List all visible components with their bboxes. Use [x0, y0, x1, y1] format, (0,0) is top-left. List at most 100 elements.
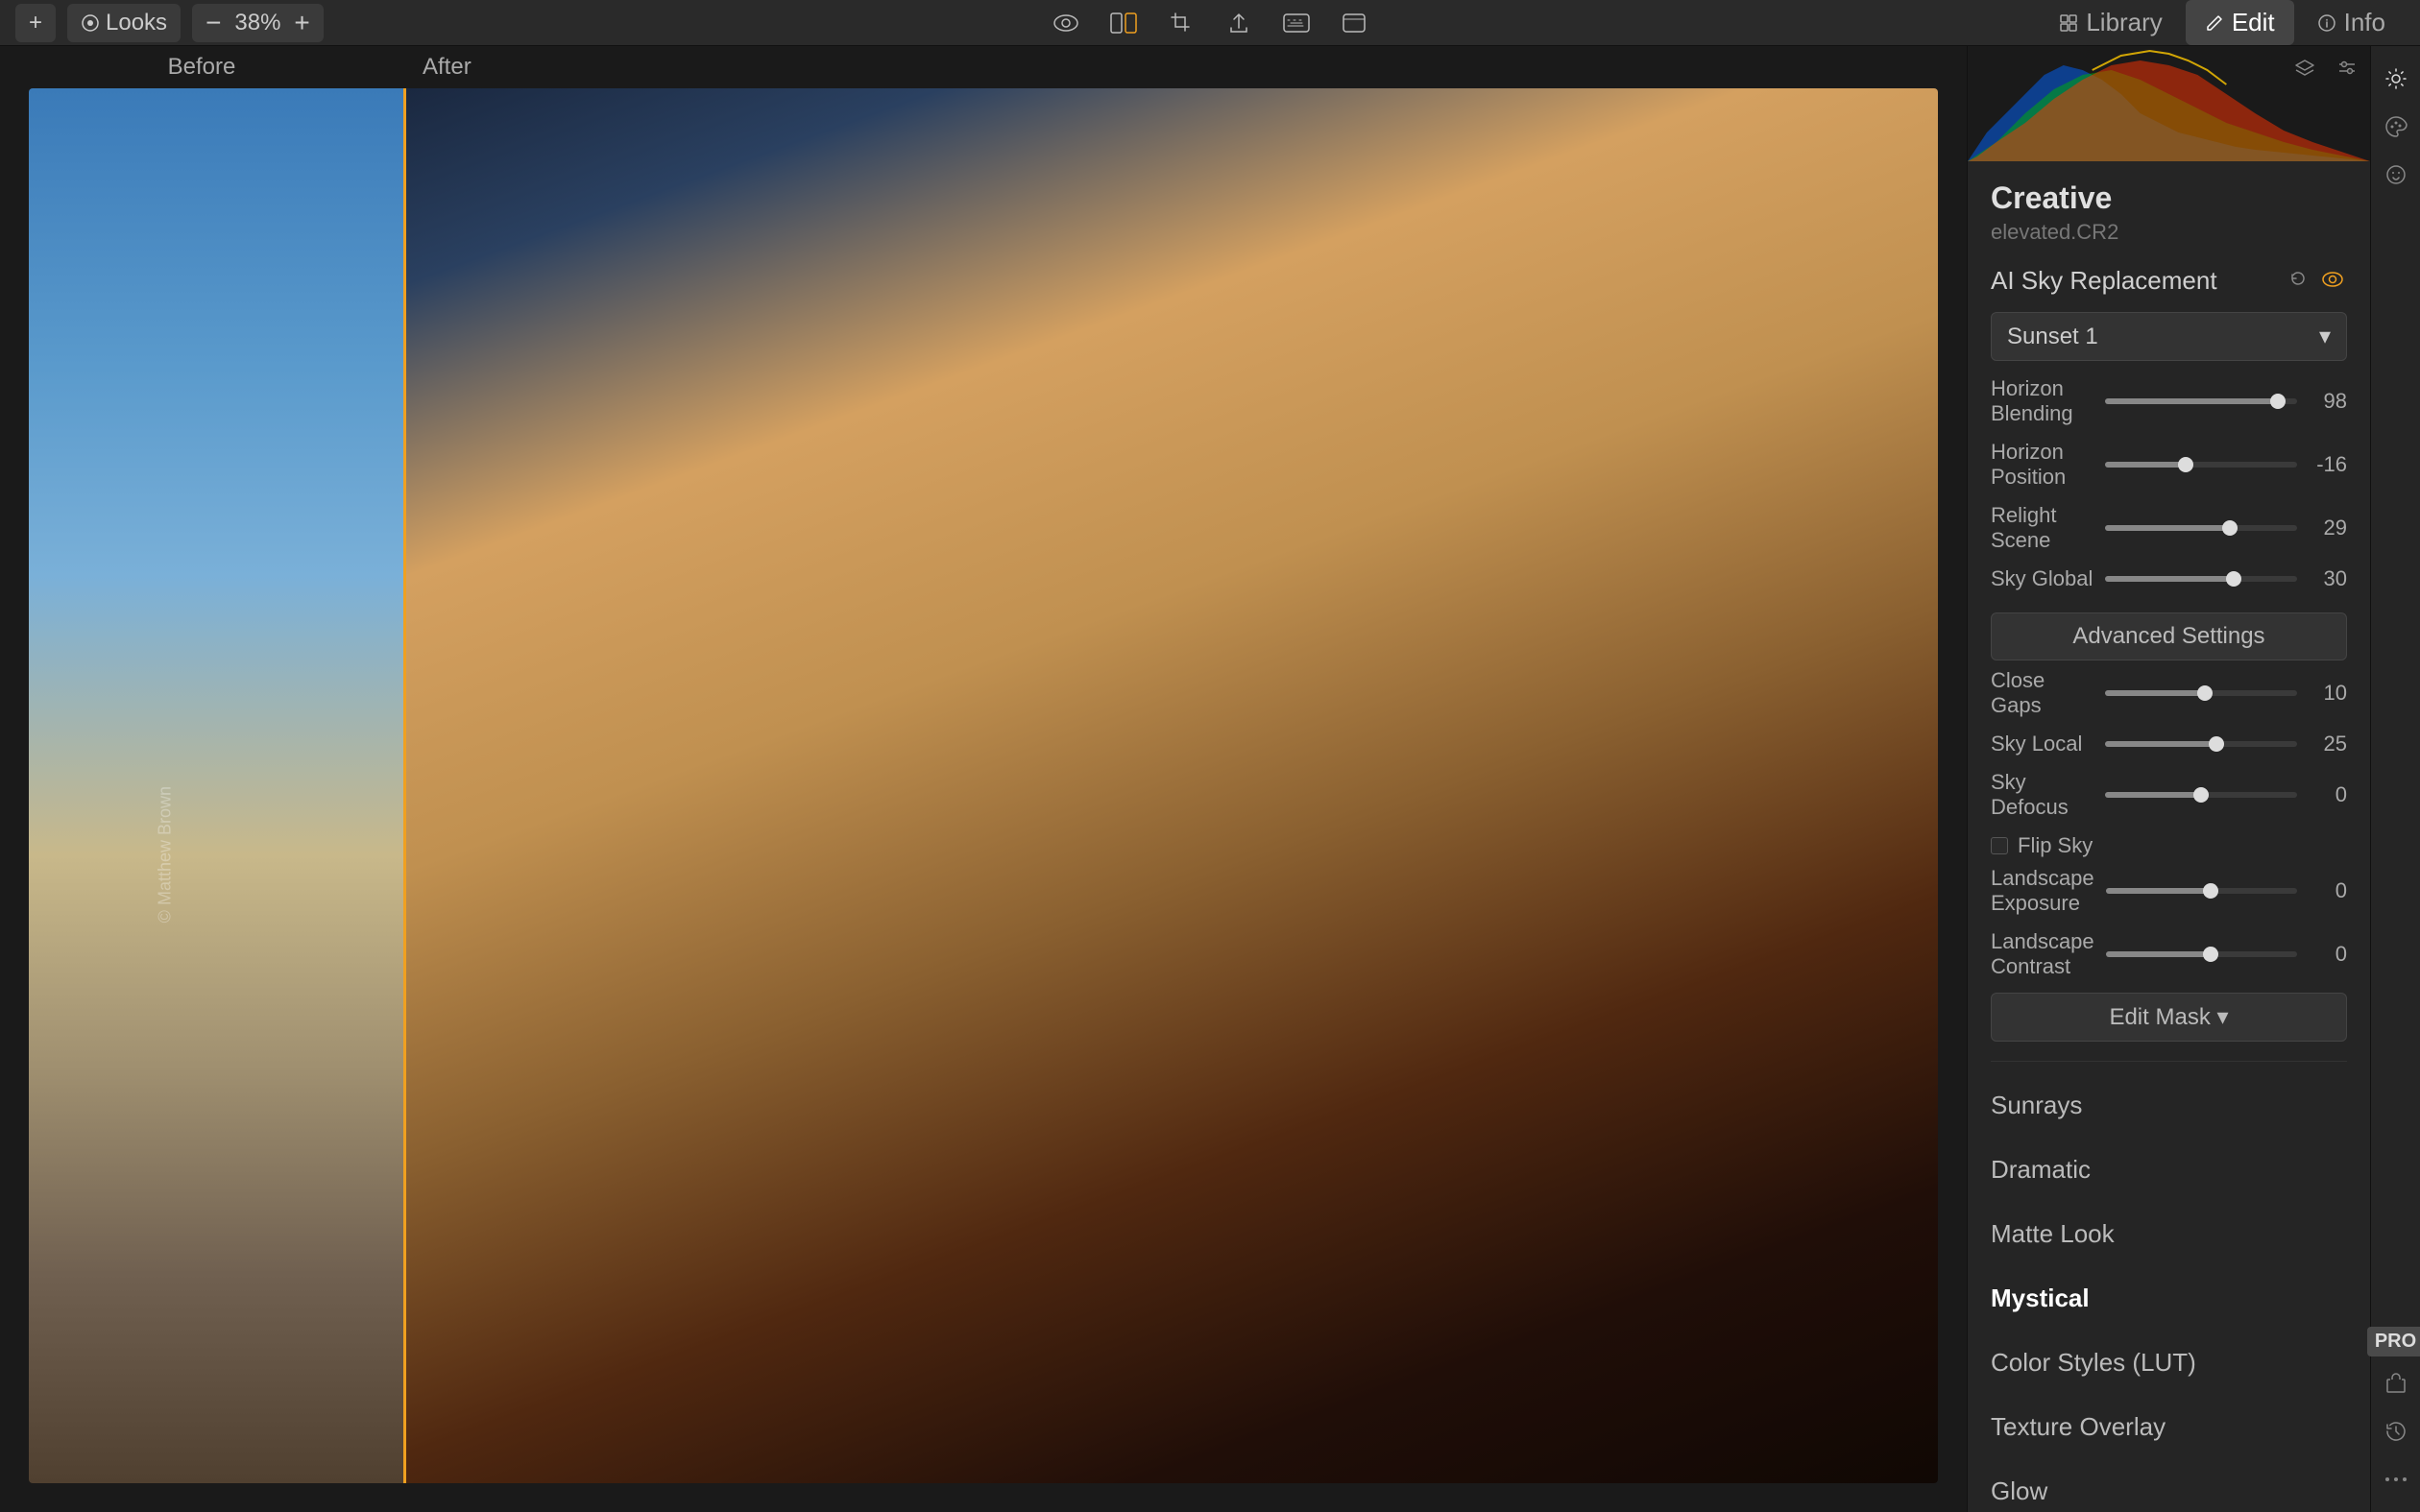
ai-sky-section: AI Sky Replacement	[1968, 249, 2370, 1057]
slider-track[interactable]	[2106, 951, 2297, 957]
layers-icon-btn[interactable]	[2286, 50, 2324, 88]
crop-button[interactable]	[1160, 6, 1202, 40]
palette-button[interactable]	[2375, 106, 2417, 148]
slider-thumb[interactable]	[2197, 685, 2213, 701]
looks-label: Looks	[106, 10, 167, 36]
slider-row: Sky Local 25	[1991, 732, 2347, 756]
sliders-icon-btn[interactable]	[2328, 50, 2366, 88]
share-icon	[1227, 12, 1250, 35]
watermark-before: © Matthew Brown	[155, 786, 175, 923]
looks-button[interactable]: Looks	[67, 4, 181, 42]
more-button[interactable]	[2375, 1458, 2417, 1500]
preset-dropdown[interactable]: Sunset 1 ▾	[1991, 312, 2347, 361]
list-item[interactable]: Mystical	[1968, 1266, 2370, 1331]
slider-thumb[interactable]	[2209, 736, 2224, 752]
info-icon	[2317, 13, 2336, 33]
slider-row: Landscape Contrast 0	[1991, 929, 2347, 979]
edit-tab[interactable]: Edit	[2186, 0, 2294, 45]
slider-row: Horizon Position -16	[1991, 440, 2347, 490]
landscape-sliders: Landscape Exposure 0 Landscape Contrast …	[1991, 866, 2347, 979]
panel-header: Creative elevated.CR2	[1968, 161, 2370, 249]
slider-track[interactable]	[2105, 792, 2297, 798]
face-button[interactable]	[2375, 154, 2417, 196]
bag-button[interactable]	[2375, 1362, 2417, 1404]
slider-fill	[2105, 792, 2201, 798]
slider-track[interactable]	[2105, 690, 2297, 696]
looks-icon	[81, 13, 100, 33]
flip-sky-checkbox[interactable]	[1991, 837, 2008, 854]
sliders-icon	[2336, 59, 2358, 80]
list-item[interactable]: Color Styles (LUT)	[1968, 1331, 2370, 1395]
slider-thumb[interactable]	[2203, 883, 2218, 899]
info-tab[interactable]: Info	[2298, 0, 2405, 45]
slider-track[interactable]	[2105, 398, 2297, 404]
list-item[interactable]: Glow	[1968, 1459, 2370, 1512]
slider-thumb[interactable]	[2270, 394, 2286, 409]
slider-row: Sky Global 30	[1991, 566, 2347, 591]
eye-icon	[1053, 14, 1078, 32]
flip-sky-label: Flip Sky	[2018, 833, 2093, 858]
main-sliders: Horizon Blending 98 Horizon Position -16…	[1991, 376, 2347, 591]
zoom-minus-button[interactable]: −	[202, 8, 225, 38]
slider-thumb[interactable]	[2178, 457, 2193, 472]
slider-track[interactable]	[2105, 462, 2297, 468]
edit-label: Edit	[2232, 8, 2275, 37]
edit-icon	[2205, 13, 2224, 33]
list-item[interactable]: Matte Look	[1968, 1202, 2370, 1266]
slider-row: Sky Defocus 0	[1991, 770, 2347, 820]
slider-track[interactable]	[2105, 576, 2297, 582]
reset-button[interactable]	[2286, 264, 2311, 297]
slider-value: -16	[2309, 452, 2347, 477]
list-item[interactable]: Sunrays	[1968, 1073, 2370, 1138]
split-divider[interactable]	[403, 88, 406, 1483]
right-icon-strip: PRO	[2370, 46, 2420, 1512]
slider-label: Sky Defocus	[1991, 770, 2093, 820]
visibility-button[interactable]	[2318, 264, 2347, 297]
slider-fill	[2106, 888, 2212, 894]
reset-icon	[2289, 270, 2307, 287]
before-image: © Matthew Brown	[29, 88, 403, 1483]
after-label: After	[403, 54, 1967, 81]
zoom-control: − 38% +	[192, 4, 324, 42]
slider-row: Close Gaps 10	[1991, 668, 2347, 718]
slider-track[interactable]	[2105, 525, 2297, 531]
panel-title: Creative	[1991, 180, 2347, 216]
main-toolbar: + Looks − 38% +	[0, 0, 2420, 46]
slider-fill	[2105, 398, 2278, 404]
crop-icon	[1170, 12, 1193, 35]
slider-thumb[interactable]	[2193, 787, 2209, 803]
add-button[interactable]: +	[15, 4, 56, 42]
list-item[interactable]: Texture Overlay	[1968, 1395, 2370, 1459]
slider-label: Landscape Contrast	[1991, 929, 2094, 979]
eye-button[interactable]	[1045, 6, 1087, 40]
layers-icon	[2294, 59, 2315, 80]
sun-button[interactable]	[2375, 58, 2417, 100]
slider-thumb[interactable]	[2226, 571, 2241, 587]
history-button[interactable]	[2375, 1410, 2417, 1452]
slider-value: 25	[2309, 732, 2347, 756]
slider-row: Relight Scene 29	[1991, 503, 2347, 553]
compare-button[interactable]	[1102, 6, 1145, 40]
slider-track[interactable]	[2106, 888, 2297, 894]
library-label: Library	[2086, 8, 2162, 37]
slider-thumb[interactable]	[2222, 520, 2238, 536]
window-button[interactable]	[1333, 6, 1375, 40]
slider-track[interactable]	[2105, 741, 2297, 747]
image-container[interactable]: © Matthew Brown	[29, 88, 1938, 1483]
advanced-settings-button[interactable]: Advanced Settings	[1991, 612, 2347, 660]
edit-mask-button[interactable]: Edit Mask ▾	[1991, 993, 2347, 1042]
library-tab[interactable]: Library	[2040, 0, 2181, 45]
panel-scroll[interactable]: AI Sky Replacement	[1968, 249, 2370, 1512]
list-item[interactable]: Dramatic	[1968, 1138, 2370, 1202]
slider-thumb[interactable]	[2203, 947, 2218, 962]
share-button[interactable]	[1218, 6, 1260, 40]
keyboard-button[interactable]	[1275, 6, 1318, 40]
slider-label: Close Gaps	[1991, 668, 2093, 718]
divider-1	[1991, 1061, 2347, 1062]
preset-label: Sunset 1	[2007, 324, 2098, 350]
visibility-icon	[2322, 272, 2343, 287]
zoom-plus-button[interactable]: +	[290, 8, 313, 38]
pro-badge[interactable]: PRO	[2367, 1327, 2420, 1356]
before-label: Before	[0, 54, 403, 81]
slider-fill	[2106, 951, 2212, 957]
